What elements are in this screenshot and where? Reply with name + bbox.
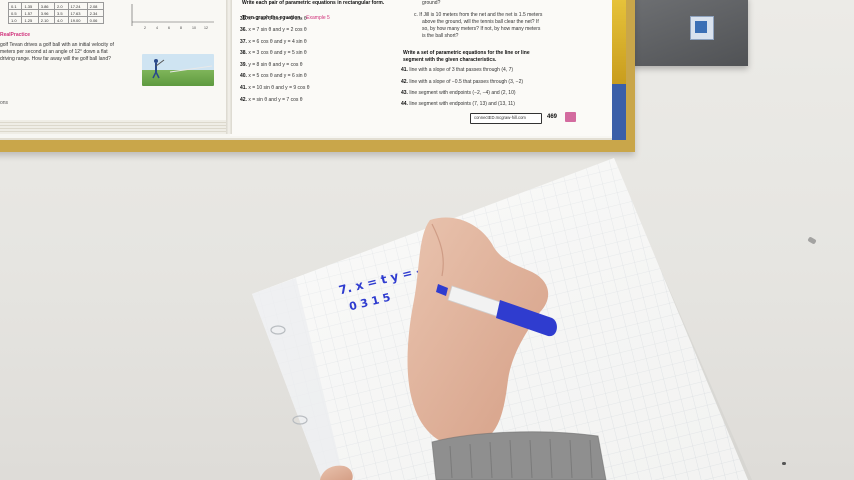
table-mark	[782, 462, 786, 465]
whiteboard-scene: 7. x = t y = -√t 0 3 1 5	[252, 158, 752, 480]
sweater-sleeve	[432, 431, 606, 480]
